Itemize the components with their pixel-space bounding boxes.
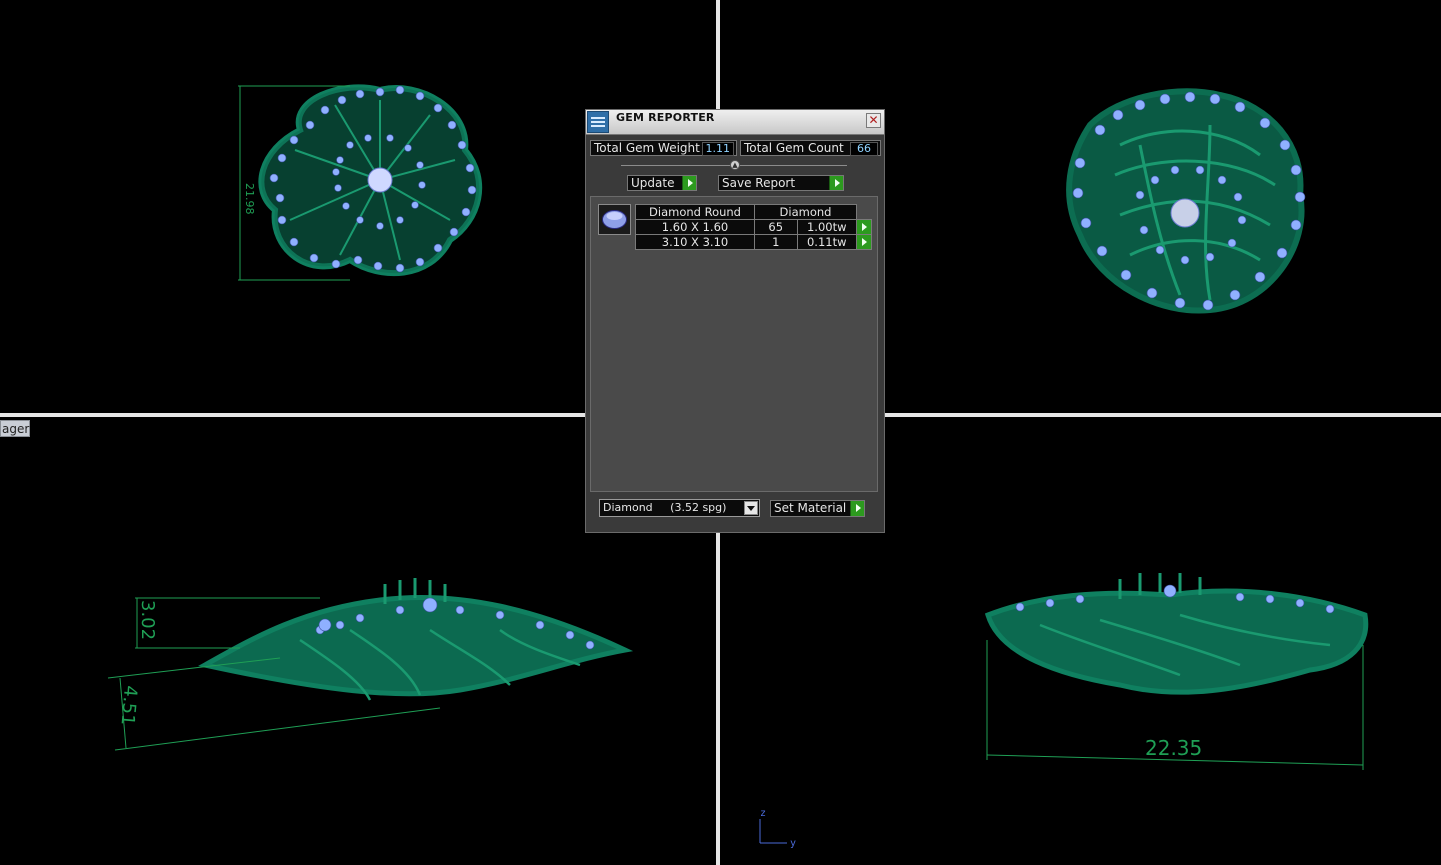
play-arrow-icon — [850, 501, 864, 516]
gem-reporter-dialog[interactable]: GEM REPORTER ✕ Total Gem Weight 1.11 Tot… — [585, 109, 885, 533]
close-icon[interactable]: ✕ — [866, 113, 881, 128]
axis-y-label: y — [790, 838, 797, 849]
material-select-density: (3.52 spg) — [670, 501, 727, 514]
total-gem-count-label: Total Gem Count — [744, 141, 844, 155]
manager-tab[interactable]: ager — [0, 420, 30, 437]
collapse-handle-icon[interactable]: ▲ — [730, 160, 740, 170]
material-select[interactable]: Diamond (3.52 spg) — [599, 499, 760, 517]
gem-count: 65 — [754, 219, 798, 235]
dimension-label-height: 21.98 — [243, 183, 256, 215]
model-top-view: 21.98 — [238, 84, 483, 281]
gem-size: 3.10 X 3.10 — [635, 234, 755, 250]
gem-weight: 0.11tw — [796, 234, 857, 250]
update-button-label: Update — [631, 176, 675, 190]
model-side-view-left: 3.02 4.51 — [107, 578, 634, 751]
dialog-titlebar[interactable]: GEM REPORTER ✕ — [586, 110, 884, 135]
set-material-button-label: Set Material — [774, 501, 847, 515]
gem-reporter-app-icon — [587, 111, 609, 133]
gem-count: 1 — [754, 234, 798, 250]
gem-size: 1.60 X 1.60 — [635, 219, 755, 235]
gem-weight: 1.00tw — [796, 219, 857, 235]
dimension-label-b: 4.51 — [117, 685, 141, 727]
total-gem-weight-value: 1.11 — [701, 142, 734, 156]
material-select-name: Diamond — [603, 501, 653, 514]
play-arrow-icon — [829, 176, 843, 190]
model-side-view-right: 22.35 — [984, 573, 1369, 770]
diamond-round-icon — [598, 204, 631, 235]
select-row-arrow-icon[interactable] — [856, 219, 872, 235]
play-arrow-icon — [682, 176, 696, 190]
gem-table: Diamond Round Diamond 1.60 X 1.60 65 1.0… — [635, 204, 872, 250]
chevron-down-icon[interactable] — [744, 501, 758, 515]
save-report-button[interactable]: Save Report — [718, 175, 844, 191]
save-report-button-label: Save Report — [722, 176, 796, 190]
header-material: Diamond — [754, 204, 857, 220]
model-perspective-view — [1066, 88, 1306, 314]
total-gem-weight: Total Gem Weight 1.11 — [590, 140, 737, 156]
axis-gizmo — [759, 819, 787, 844]
header-shape: Diamond Round — [635, 204, 755, 220]
update-button[interactable]: Update — [627, 175, 697, 191]
set-material-button[interactable]: Set Material — [770, 500, 865, 517]
gem-list-panel: Diamond Round Diamond 1.60 X 1.60 65 1.0… — [590, 196, 878, 492]
total-gem-weight-label: Total Gem Weight — [594, 141, 700, 155]
axis-z-label: z — [760, 808, 767, 819]
dialog-title: GEM REPORTER — [616, 111, 715, 124]
dimension-label-a: 3.02 — [137, 600, 158, 640]
total-gem-count-value: 66 — [850, 142, 878, 156]
table-row[interactable]: 3.10 X 3.10 1 0.11tw — [635, 234, 872, 250]
select-row-arrow-icon[interactable] — [856, 234, 872, 250]
table-row[interactable]: 1.60 X 1.60 65 1.00tw — [635, 219, 872, 235]
gem-table-header: Diamond Round Diamond — [635, 204, 872, 220]
total-gem-count: Total Gem Count 66 — [740, 140, 881, 156]
dimension-label-width: 22.35 — [1145, 736, 1202, 760]
